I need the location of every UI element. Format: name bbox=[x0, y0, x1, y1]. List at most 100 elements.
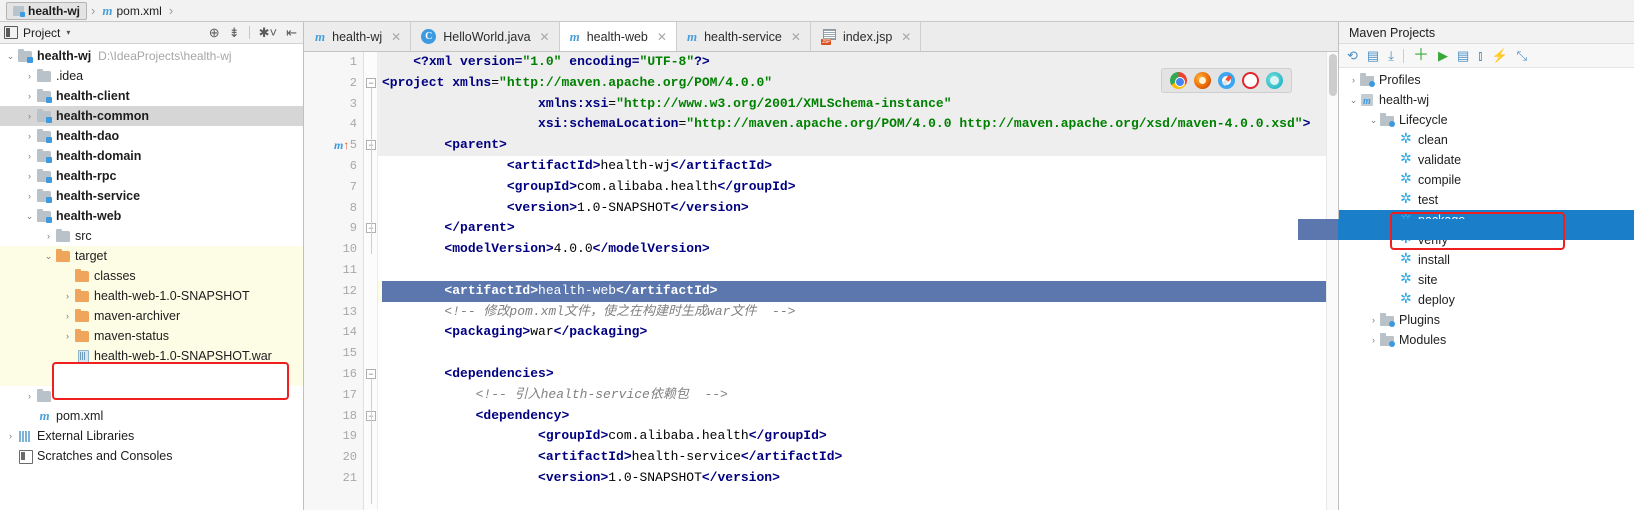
code-line[interactable]: <modelVersion>4.0.0</modelVersion> bbox=[382, 239, 1338, 260]
chevron-right-icon[interactable]: › bbox=[23, 92, 36, 101]
chevron-down-icon[interactable]: ⌄ bbox=[42, 252, 55, 261]
maven-parent-gutter-icon[interactable]: m↑ bbox=[334, 138, 349, 153]
chevron-right-icon[interactable]: › bbox=[42, 232, 55, 241]
chevron-right-icon[interactable]: › bbox=[1367, 316, 1380, 325]
tree-row[interactable]: ›health-web-1.0-SNAPSHOT bbox=[0, 286, 303, 306]
maven-tree-row[interactable]: ›site bbox=[1339, 270, 1634, 290]
maven-tree-row[interactable]: ›install bbox=[1339, 250, 1634, 270]
breadcrumb-file[interactable]: m pom.xml bbox=[99, 1, 164, 21]
chevron-right-icon[interactable]: › bbox=[23, 132, 36, 141]
tree-row[interactable]: ›health-client bbox=[0, 86, 303, 106]
close-icon[interactable]: ✕ bbox=[540, 30, 550, 44]
code-line[interactable]: <!-- 引入health-service依赖包 --> bbox=[382, 385, 1338, 406]
code-line[interactable]: <groupId>com.alibaba.health</groupId> bbox=[382, 426, 1338, 447]
locate-icon[interactable]: ⊕ bbox=[209, 26, 220, 39]
safari-icon[interactable] bbox=[1218, 72, 1235, 89]
editor-tab[interactable]: mhealth-web✕ bbox=[560, 22, 677, 51]
editor-tab[interactable]: mhealth-service✕ bbox=[677, 22, 811, 51]
tree-row[interactable]: ›classes bbox=[0, 266, 303, 286]
code-line[interactable]: <parent> bbox=[382, 135, 1338, 156]
code-folding-column[interactable]: −−−−− bbox=[364, 52, 378, 510]
maven-tree-row[interactable]: ›Profiles bbox=[1339, 70, 1634, 90]
tree-row[interactable]: ›External Libraries bbox=[0, 426, 303, 446]
code-line[interactable] bbox=[382, 343, 1338, 364]
code-text[interactable]: <?xml version="1.0" encoding="UTF-8"?><p… bbox=[378, 52, 1338, 510]
tree-row[interactable]: ›Scratches and Consoles bbox=[0, 446, 303, 466]
tree-row[interactable]: ›maven-archiver bbox=[0, 306, 303, 326]
firefox-icon[interactable] bbox=[1194, 72, 1211, 89]
tree-row[interactable]: ›src bbox=[0, 226, 303, 246]
maven-tree-row[interactable]: ›compile bbox=[1339, 170, 1634, 190]
chevron-right-icon[interactable]: › bbox=[1347, 76, 1360, 85]
code-line[interactable]: </parent> bbox=[382, 218, 1338, 239]
tree-row[interactable]: ›maven-status bbox=[0, 326, 303, 346]
maven-tree-row[interactable]: ⌄health-wj bbox=[1339, 90, 1634, 110]
close-icon[interactable]: ✕ bbox=[657, 30, 667, 44]
chevron-right-icon[interactable]: › bbox=[61, 312, 74, 321]
chevron-right-icon[interactable]: › bbox=[23, 72, 36, 81]
tree-row[interactable]: ›health-service bbox=[0, 186, 303, 206]
code-line[interactable]: <artifactId>health-wj</artifactId> bbox=[382, 156, 1338, 177]
tree-row[interactable]: ⌄target bbox=[0, 246, 303, 266]
chevron-right-icon[interactable]: › bbox=[1367, 336, 1380, 345]
tree-row[interactable]: ⌄health-wjD:\IdeaProjects\health-wj bbox=[0, 46, 303, 66]
toggle-offline-icon[interactable]: ⫾ bbox=[1478, 49, 1482, 62]
code-line[interactable]: <artifactId>health-web</artifactId> bbox=[382, 281, 1338, 302]
chevron-right-icon[interactable]: › bbox=[23, 192, 36, 201]
close-icon[interactable]: ✕ bbox=[901, 30, 911, 44]
tree-row[interactable]: ›health-dao bbox=[0, 126, 303, 146]
reimport-icon[interactable]: ⟲ bbox=[1347, 49, 1358, 62]
maven-tree[interactable]: ›Profiles⌄health-wj⌄Lifecycle›clean›vali… bbox=[1339, 68, 1634, 510]
project-tree[interactable]: ⌄health-wjD:\IdeaProjects\health-wj›.ide… bbox=[0, 44, 303, 510]
generate-sources-icon[interactable]: ▤ bbox=[1367, 49, 1379, 62]
editor-tab[interactable]: CHelloWorld.java✕ bbox=[411, 22, 559, 51]
run-maven-build-icon[interactable]: ▶ bbox=[1438, 49, 1448, 62]
edge-icon[interactable] bbox=[1266, 72, 1283, 89]
maven-tree-row[interactable]: ⌄Lifecycle bbox=[1339, 110, 1634, 130]
code-line[interactable]: <artifactId>health-service</artifactId> bbox=[382, 447, 1338, 468]
chevron-right-icon[interactable]: › bbox=[23, 172, 36, 181]
code-line[interactable]: xmlns:xsi="http://www.w3.org/2001/XMLSch… bbox=[382, 94, 1338, 115]
code-line[interactable]: <dependencies> bbox=[382, 364, 1338, 385]
project-panel-title[interactable]: Project bbox=[23, 26, 60, 40]
hide-panel-icon[interactable]: ⇤ bbox=[286, 26, 297, 39]
maven-tree-row[interactable]: ›test bbox=[1339, 190, 1634, 210]
chevron-down-icon[interactable]: ⌄ bbox=[1367, 116, 1380, 125]
editor-tab[interactable]: mhealth-wj✕ bbox=[305, 22, 411, 51]
code-line[interactable]: <groupId>com.alibaba.health</groupId> bbox=[382, 177, 1338, 198]
chevron-down-icon[interactable]: ⌄ bbox=[23, 212, 36, 221]
chevron-right-icon[interactable]: › bbox=[23, 152, 36, 161]
tree-row[interactable]: ›health-domain bbox=[0, 146, 303, 166]
tree-row[interactable]: ›mpom.xml bbox=[0, 366, 303, 386]
code-line[interactable]: <!-- 修改pom.xml文件，使之在构建时生成war文件 --> bbox=[382, 302, 1338, 323]
breadcrumb-project[interactable]: health-wj bbox=[6, 2, 87, 20]
execute-goal-icon[interactable]: ▤ bbox=[1457, 49, 1469, 62]
download-sources-icon[interactable]: ⤓ bbox=[1388, 49, 1394, 62]
maven-tree-row[interactable]: ›Modules bbox=[1339, 330, 1634, 350]
chevron-down-icon[interactable]: ⌄ bbox=[4, 52, 17, 61]
tree-row[interactable]: ›health-rpc bbox=[0, 166, 303, 186]
chevron-down-icon[interactable]: ▾ bbox=[66, 28, 70, 37]
tree-row[interactable]: ›mpom.xml bbox=[0, 406, 303, 426]
tree-row[interactable]: ›.idea bbox=[0, 66, 303, 86]
maven-tree-row[interactable]: ›deploy bbox=[1339, 290, 1634, 310]
collapse-all-icon[interactable]: ⇟ bbox=[229, 26, 240, 39]
close-icon[interactable]: ✕ bbox=[791, 30, 801, 44]
code-line[interactable]: <version>1.0-SNAPSHOT</version> bbox=[382, 198, 1338, 219]
editor-tab[interactable]: index.jsp✕ bbox=[811, 22, 921, 51]
maven-tree-row[interactable]: ›Plugins bbox=[1339, 310, 1634, 330]
chevron-right-icon[interactable]: › bbox=[61, 332, 74, 341]
chevron-right-icon[interactable]: › bbox=[23, 112, 36, 121]
editor-scrollbar[interactable]: ✓ bbox=[1326, 52, 1338, 510]
code-line[interactable]: xsi:schemaLocation="http://maven.apache.… bbox=[382, 114, 1338, 135]
maven-tree-row[interactable]: ›validate bbox=[1339, 150, 1634, 170]
tree-row[interactable]: ›health-common bbox=[0, 106, 303, 126]
add-maven-project-icon[interactable]: ＋ bbox=[1413, 48, 1429, 64]
toggle-skip-tests-icon[interactable]: ⚡ bbox=[1491, 49, 1507, 62]
close-icon[interactable]: ✕ bbox=[391, 30, 401, 44]
fold-toggle-icon[interactable]: − bbox=[366, 78, 376, 88]
scrollbar-thumb[interactable] bbox=[1329, 54, 1337, 96]
chrome-icon[interactable] bbox=[1170, 72, 1187, 89]
code-line[interactable]: <version>1.0-SNAPSHOT</version> bbox=[382, 468, 1338, 489]
opera-icon[interactable] bbox=[1242, 72, 1259, 89]
